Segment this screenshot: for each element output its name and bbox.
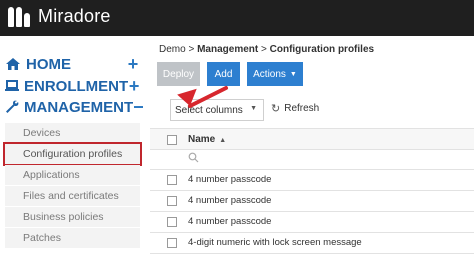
sidebar-item-patches[interactable]: Patches: [5, 228, 140, 248]
nav-home[interactable]: HOME +: [4, 53, 140, 75]
main-content: Demo > Management > Configuration profil…: [150, 36, 474, 254]
sidebar-item-files-and-certificates[interactable]: Files and certificates: [5, 186, 140, 206]
app-logo[interactable]: Miradore: [8, 6, 111, 27]
column-header-label: Name: [188, 134, 216, 145]
sort-ascending-icon: ▲: [219, 137, 227, 144]
table-row[interactable]: 4 number passcode: [150, 170, 474, 191]
nav-management-label: MANAGEMENT: [24, 98, 134, 116]
collapse-icon[interactable]: −: [133, 97, 144, 118]
row-checkbox[interactable]: [167, 217, 177, 227]
breadcrumb-separator: >: [188, 44, 195, 55]
select-columns-label: Select columns: [175, 104, 243, 116]
breadcrumb: Demo > Management > Configuration profil…: [159, 44, 374, 55]
select-columns-dropdown[interactable]: Select columns ▼: [170, 99, 264, 121]
select-all-checkbox[interactable]: [167, 135, 177, 145]
sidebar-item-applications[interactable]: Applications: [5, 165, 140, 185]
actions-label: Actions: [253, 68, 286, 80]
sidebar-item-business-policies[interactable]: Business policies: [5, 207, 140, 227]
app-name: Miradore: [38, 6, 111, 26]
actions-button[interactable]: Actions ▼: [247, 62, 303, 86]
column-header-name[interactable]: Name ▲: [188, 134, 226, 145]
breadcrumb-separator: >: [261, 44, 267, 55]
refresh-label: Refresh: [284, 103, 320, 114]
expand-icon[interactable]: +: [128, 76, 140, 97]
breadcrumb-demo[interactable]: Demo: [159, 44, 186, 55]
row-checkbox[interactable]: [167, 238, 177, 248]
row-checkbox[interactable]: [167, 196, 177, 206]
miradore-logo-icon: [8, 6, 30, 27]
laptop-icon: [4, 78, 20, 94]
top-bar: Miradore: [0, 0, 474, 36]
refresh-button[interactable]: ↻ Refresh: [271, 102, 319, 115]
row-checkbox[interactable]: [167, 175, 177, 185]
sidebar: HOME + ENROLLMENT + MANAGEMENT − Devices…: [0, 36, 146, 253]
table-row[interactable]: 4-digit numeric with lock screen message: [150, 233, 474, 254]
caret-down-icon: ▼: [250, 105, 257, 112]
table-row[interactable]: 4 number passcode: [150, 191, 474, 212]
table-filter-row: [150, 150, 474, 170]
breadcrumb-management[interactable]: Management: [197, 44, 258, 55]
nav-enrollment-label: ENROLLMENT: [24, 77, 129, 95]
nav-enrollment[interactable]: ENROLLMENT +: [4, 75, 140, 97]
expand-icon[interactable]: +: [126, 54, 140, 75]
row-name[interactable]: 4 number passcode: [188, 174, 271, 185]
add-button[interactable]: Add: [207, 62, 240, 86]
nav-home-label: HOME: [26, 55, 71, 73]
deploy-button[interactable]: Deploy: [157, 62, 200, 86]
row-name[interactable]: 4-digit numeric with lock screen message: [188, 237, 362, 248]
sidebar-item-configuration-profiles[interactable]: Configuration profiles: [3, 142, 142, 166]
refresh-icon: ↻: [271, 103, 281, 115]
table-header-row: Name ▲: [150, 128, 474, 150]
breadcrumb-configuration-profiles: Configuration profiles: [269, 44, 375, 55]
caret-down-icon: ▼: [289, 70, 297, 78]
row-name[interactable]: 4 number passcode: [188, 195, 271, 206]
table-row[interactable]: 4 number passcode: [150, 212, 474, 233]
wrench-icon: [4, 99, 20, 115]
row-name[interactable]: 4 number passcode: [188, 216, 271, 227]
search-icon[interactable]: [188, 152, 199, 166]
nav-management[interactable]: MANAGEMENT −: [4, 96, 144, 118]
home-icon: [4, 56, 22, 72]
sidebar-item-devices[interactable]: Devices: [5, 123, 140, 143]
